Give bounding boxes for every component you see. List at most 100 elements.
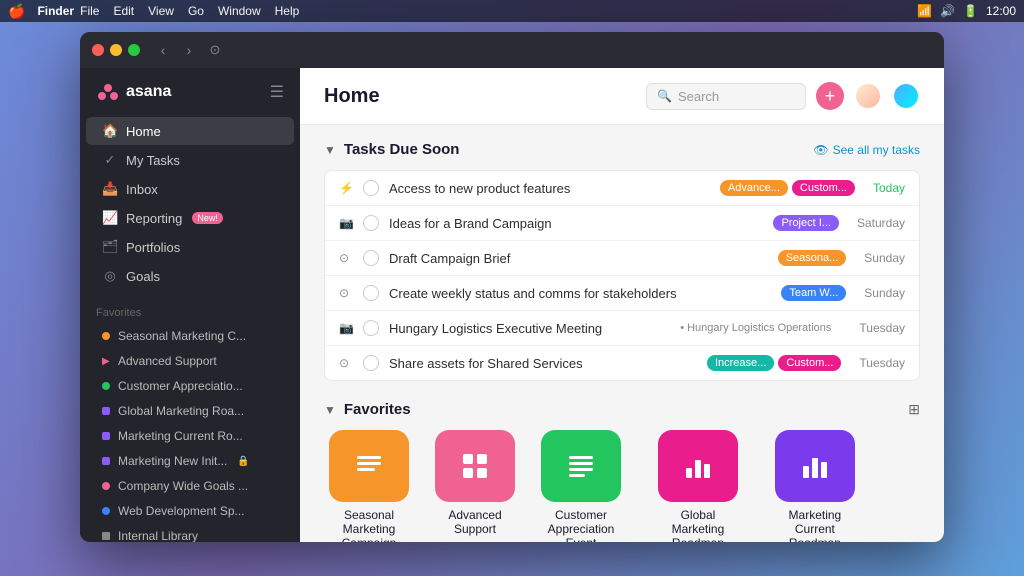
task-name: Share assets for Shared Services [389,356,697,371]
fav-mkt-new[interactable]: Marketing New Init... 🔒 [86,449,294,473]
fav-seasonal-label: Seasonal Marketing C... [118,329,246,343]
sidebar-item-home[interactable]: 🏠 Home [86,117,294,145]
tasks-section-title: Tasks Due Soon [344,141,460,158]
search-icon: 🔍 [657,89,672,103]
close-button[interactable] [92,44,104,56]
fav-mkt-current-label: Marketing Current Ro... [118,429,243,443]
fav-seasonal[interactable]: Seasonal Marketing C... [86,324,294,348]
forward-arrow[interactable]: › [178,39,200,61]
sidebar-item-portfolios[interactable]: 🗂 Portfolios [86,233,294,261]
task-date: Saturday [857,216,905,230]
see-all-icon: 👁 [813,143,828,157]
fav-card-global[interactable]: Global Marketing Roadmap 1 project · 10 … [642,430,754,542]
mkt-new-icon [102,457,110,465]
list-icon [351,448,387,484]
mac-menubar: 🍎 Finder File Edit View Go Window Help 📶… [0,0,1024,22]
task-type-icon: ⚡ [339,181,353,195]
tasks-table: ⚡ Access to new product features Advance… [324,170,920,381]
titlebar: ‹ › ⊙ [80,32,944,68]
fav-internal-library[interactable]: Internal Library [86,524,294,542]
header-right: 🔍 Search + [646,82,920,110]
fav-customer[interactable]: Customer Appreciatio... [86,374,294,398]
tag: Increase... [707,355,774,371]
reporting-badge: New! [192,212,223,224]
task-type-icon: 📷 [339,321,353,335]
sidebar-header: asana ☰ [80,68,300,112]
sidebar-item-portfolios-label: Portfolios [126,240,180,255]
add-button[interactable]: + [816,82,844,110]
seasonal-dot [102,332,110,340]
fav-card-seasonal-name: Seasonal Marketing Campaign [324,508,414,542]
portfolios-icon: 🗂 [102,239,118,255]
asana-logo-text: asana [126,83,171,101]
tasks-toggle[interactable]: ▼ [324,143,336,157]
fav-toggle[interactable]: ▼ [324,403,336,417]
asana-logo-icon [96,80,120,104]
fav-company-label: Company Wide Goals ... [118,479,248,493]
grid-view-icon[interactable]: ⊞ [908,401,920,418]
fav-card-global-name: Global Marketing Roadmap [653,508,743,542]
tasks-icon: ✓ [102,152,118,168]
sidebar-menu-button[interactable]: ☰ [270,82,284,102]
task-row: ⊙ Create weekly status and comms for sta… [325,276,919,311]
app-name: Finder [37,4,74,18]
minimize-button[interactable] [110,44,122,56]
traffic-lights [92,44,140,56]
avatar-2 [892,82,920,110]
app-layout: asana ☰ 🏠 Home ✓ My Tasks 📥 Inbox [80,68,944,542]
global-mkt-icon [102,407,110,415]
task-checkbox[interactable] [363,355,379,371]
task-date: Sunday [864,286,905,300]
favorites-list: Seasonal Marketing C... ▶ Advanced Suppo… [80,323,300,542]
task-date: Sunday [864,251,905,265]
apple-menu[interactable]: 🍎 [8,3,25,20]
maximize-button[interactable] [128,44,140,56]
fav-card-customer[interactable]: Customer Appreciation Event Sales [536,430,626,542]
asana-logo: asana [96,80,171,104]
task-checkbox[interactable] [363,215,379,231]
back-arrow[interactable]: ‹ [152,39,174,61]
fav-card-mkt-icon [775,430,855,502]
task-date: Tuesday [859,321,905,335]
task-name: Hungary Logistics Executive Meeting [389,321,664,336]
company-dot [102,482,110,490]
lock-icon: 🔒 [237,456,249,467]
webdev-dot [102,507,110,515]
fav-card-customer-name: Customer Appreciation Event [536,508,626,542]
sidebar-item-my-tasks[interactable]: ✓ My Tasks [86,146,294,174]
fav-company[interactable]: Company Wide Goals ... [86,474,294,498]
task-checkbox[interactable] [363,250,379,266]
tasks-section: ▼ Tasks Due Soon 👁 See all my tasks ⚡ A [324,141,920,381]
sidebar-item-inbox[interactable]: 📥 Inbox [86,175,294,203]
tag: Seasona... [778,250,847,266]
task-checkbox[interactable] [363,180,379,196]
history-button[interactable]: ⊙ [204,39,226,61]
menubar-right: 📶 🔊 🔋 12:00 [917,4,1016,18]
see-all-tasks[interactable]: 👁 See all my tasks [813,143,920,157]
fav-card-advanced-name: Advanced Support [430,508,520,536]
task-checkbox[interactable] [363,320,379,336]
avatar-1 [854,82,882,110]
customer-dot [102,382,110,390]
sidebar-item-home-label: Home [126,124,161,139]
fav-card-seasonal[interactable]: Seasonal Marketing Campaign Marketing NA [324,430,414,542]
inbox-icon: 📥 [102,181,118,197]
fav-advanced-support[interactable]: ▶ Advanced Support [86,349,294,373]
advanced-support-icon: ▶ [102,356,110,367]
fav-global-mkt-label: Global Marketing Roa... [118,404,244,418]
fav-card-mkt-current[interactable]: Marketing Current Roadmap 13 projects [770,430,860,542]
fav-webdev[interactable]: Web Development Sp... [86,499,294,523]
tag: Custom... [792,180,855,196]
fav-title-row: ▼ Favorites [324,401,411,418]
sidebar-item-goals[interactable]: ◎ Goals [86,262,294,290]
fav-card-advanced-support[interactable]: Advanced Support Sales [430,430,520,542]
task-checkbox[interactable] [363,285,379,301]
tag: Advance... [720,180,788,196]
task-row: 📷 Ideas for a Brand Campaign Project I..… [325,206,919,241]
search-box[interactable]: 🔍 Search [646,83,806,110]
fav-mkt-current[interactable]: Marketing Current Ro... [86,424,294,448]
fav-global-mkt[interactable]: Global Marketing Roa... [86,399,294,423]
mkt-current-icon [102,432,110,440]
sidebar-item-reporting[interactable]: 📈 Reporting New! [86,204,294,232]
main-header: Home 🔍 Search + [300,68,944,125]
